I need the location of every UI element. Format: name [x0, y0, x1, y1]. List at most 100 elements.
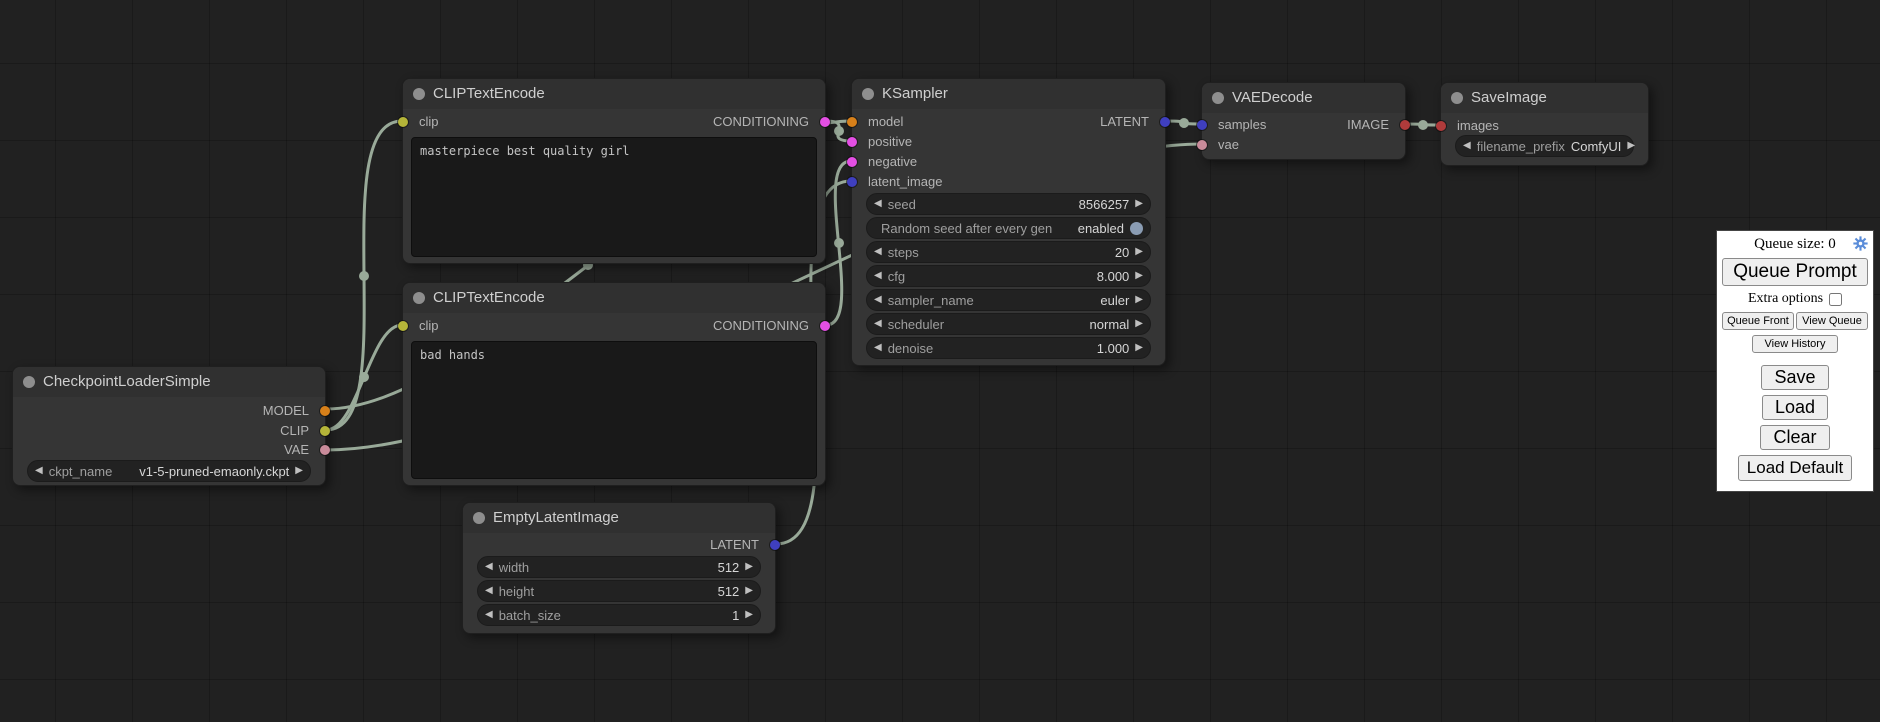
collapse-dot-icon[interactable]	[1212, 92, 1224, 104]
node-saveimage[interactable]: SaveImage images ◀ filename_prefix Comfy…	[1440, 82, 1649, 166]
output-pin-vae[interactable]	[320, 445, 330, 455]
view-history-button[interactable]: View History	[1752, 335, 1839, 353]
widget-ckpt-name[interactable]: ◀ ckpt_name v1-5-pruned-emaonly.ckpt ▶	[27, 460, 311, 482]
toggle-indicator[interactable]	[1130, 222, 1143, 235]
output-pin-conditioning[interactable]	[820, 321, 830, 331]
load-default-button[interactable]: Load Default	[1738, 455, 1852, 481]
collapse-dot-icon[interactable]	[23, 376, 35, 388]
collapse-dot-icon[interactable]	[1451, 92, 1463, 104]
widget-batch-size[interactable]: ◀ batch_size 1 ▶	[477, 604, 761, 626]
extra-options-row: Extra options	[1748, 291, 1842, 307]
node-title-bar[interactable]: CLIPTextEncode	[403, 79, 825, 109]
output-pin-latent[interactable]	[770, 540, 780, 550]
node-title: CLIPTextEncode	[433, 85, 545, 102]
increment-arrow-icon[interactable]: ▶	[745, 604, 753, 626]
increment-arrow-icon[interactable]: ▶	[1135, 193, 1143, 215]
input-pin-clip[interactable]	[398, 117, 408, 127]
output-pin-clip[interactable]	[320, 426, 330, 436]
slot-label: negative	[868, 152, 917, 172]
increment-arrow-icon[interactable]: ▶	[745, 580, 753, 602]
widget-seed[interactable]: ◀ seed 8566257 ▶	[866, 193, 1151, 215]
increment-arrow-icon[interactable]: ▶	[1135, 313, 1143, 335]
node-title-bar[interactable]: CLIPTextEncode	[403, 283, 825, 313]
decrement-arrow-icon[interactable]: ◀	[485, 556, 493, 578]
input-slot-latent-image: latent_image	[852, 172, 1165, 192]
node-title-bar[interactable]: CheckpointLoaderSimple	[13, 367, 325, 397]
input-slot-images: images	[1441, 116, 1648, 136]
node-vaedecode[interactable]: VAEDecode samples IMAGE vae	[1201, 82, 1406, 160]
view-queue-button[interactable]: View Queue	[1796, 312, 1868, 330]
node-checkpointloadersimple[interactable]: CheckpointLoaderSimple MODEL CLIP VAE ◀ …	[12, 366, 326, 486]
widget-label: batch_size	[499, 608, 561, 623]
output-pin-image[interactable]	[1400, 120, 1410, 130]
input-pin-positive[interactable]	[847, 137, 857, 147]
save-button[interactable]: Save	[1761, 365, 1828, 390]
settings-gear-icon[interactable]	[1853, 236, 1868, 251]
increment-arrow-icon[interactable]: ▶	[1135, 265, 1143, 287]
decrement-arrow-icon[interactable]: ◀	[874, 265, 882, 287]
queue-front-button[interactable]: Queue Front	[1722, 312, 1794, 330]
decrement-arrow-icon[interactable]: ◀	[35, 460, 43, 482]
widget-steps[interactable]: ◀ steps 20 ▶	[866, 241, 1151, 263]
increment-arrow-icon[interactable]: ▶	[745, 556, 753, 578]
input-pin-latent-image[interactable]	[847, 177, 857, 187]
queue-prompt-button[interactable]: Queue Prompt	[1722, 258, 1868, 286]
input-pin-vae[interactable]	[1197, 140, 1207, 150]
input-pin-model[interactable]	[847, 117, 857, 127]
node-cliptextencode-negative[interactable]: CLIPTextEncode clip CONDITIONING bad han…	[402, 282, 826, 486]
increment-arrow-icon[interactable]: ▶	[295, 460, 303, 482]
collapse-dot-icon[interactable]	[413, 88, 425, 100]
clear-button[interactable]: Clear	[1760, 425, 1829, 450]
collapse-dot-icon[interactable]	[473, 512, 485, 524]
node-title-bar[interactable]: EmptyLatentImage	[463, 503, 775, 533]
widget-height[interactable]: ◀ height 512 ▶	[477, 580, 761, 602]
decrement-arrow-icon[interactable]: ◀	[874, 241, 882, 263]
prompt-textarea[interactable]: masterpiece best quality girl	[411, 137, 817, 257]
decrement-arrow-icon[interactable]: ◀	[874, 337, 882, 359]
node-cliptextencode-positive[interactable]: CLIPTextEncode clip CONDITIONING masterp…	[402, 78, 826, 264]
input-pin-samples[interactable]	[1197, 120, 1207, 130]
node-emptylatentimage[interactable]: EmptyLatentImage LATENT ◀ width 512 ▶ ◀ …	[462, 502, 776, 634]
load-button[interactable]: Load	[1762, 395, 1828, 420]
input-pin-negative[interactable]	[847, 157, 857, 167]
decrement-arrow-icon[interactable]: ◀	[485, 580, 493, 602]
widget-scheduler[interactable]: ◀ scheduler normal ▶	[866, 313, 1151, 335]
prompt-textarea[interactable]: bad hands	[411, 341, 817, 479]
output-pin-latent[interactable]	[1160, 117, 1170, 127]
widget-filename-prefix[interactable]: ◀ filename_prefix ComfyUI ▶	[1455, 135, 1634, 157]
input-pin-clip[interactable]	[398, 321, 408, 331]
slot-label: CLIP	[280, 421, 309, 441]
output-slot-clip: CLIP	[13, 421, 325, 441]
link-midpoint-dot	[1418, 120, 1428, 130]
widget-label: Random seed after every gen	[881, 221, 1052, 236]
graph-canvas[interactable]: CheckpointLoaderSimple MODEL CLIP VAE ◀ …	[0, 0, 1880, 722]
widget-width[interactable]: ◀ width 512 ▶	[477, 556, 761, 578]
node-title-bar[interactable]: VAEDecode	[1202, 83, 1405, 113]
node-title-bar[interactable]: SaveImage	[1441, 83, 1648, 113]
widget-random-seed-toggle[interactable]: Random seed after every gen enabled	[866, 217, 1151, 239]
slot-label: LATENT	[1100, 112, 1149, 132]
node-ksampler[interactable]: KSampler model LATENT positive negative …	[851, 78, 1166, 366]
decrement-arrow-icon[interactable]: ◀	[1463, 135, 1471, 157]
widget-value: normal	[1090, 317, 1130, 332]
link-midpoint-dot	[834, 126, 844, 136]
collapse-dot-icon[interactable]	[862, 88, 874, 100]
increment-arrow-icon[interactable]: ▶	[1135, 289, 1143, 311]
decrement-arrow-icon[interactable]: ◀	[874, 193, 882, 215]
output-pin-model[interactable]	[320, 406, 330, 416]
widget-denoise[interactable]: ◀ denoise 1.000 ▶	[866, 337, 1151, 359]
node-title-bar[interactable]: KSampler	[852, 79, 1165, 109]
output-pin-conditioning[interactable]	[820, 117, 830, 127]
increment-arrow-icon[interactable]: ▶	[1135, 241, 1143, 263]
collapse-dot-icon[interactable]	[413, 292, 425, 304]
widget-sampler-name[interactable]: ◀ sampler_name euler ▶	[866, 289, 1151, 311]
queue-size-label: Queue size: 0	[1754, 236, 1836, 252]
decrement-arrow-icon[interactable]: ◀	[874, 289, 882, 311]
extra-options-checkbox[interactable]	[1829, 293, 1842, 306]
widget-cfg[interactable]: ◀ cfg 8.000 ▶	[866, 265, 1151, 287]
input-pin-images[interactable]	[1436, 121, 1446, 131]
decrement-arrow-icon[interactable]: ◀	[874, 313, 882, 335]
increment-arrow-icon[interactable]: ▶	[1627, 135, 1635, 157]
increment-arrow-icon[interactable]: ▶	[1135, 337, 1143, 359]
decrement-arrow-icon[interactable]: ◀	[485, 604, 493, 626]
